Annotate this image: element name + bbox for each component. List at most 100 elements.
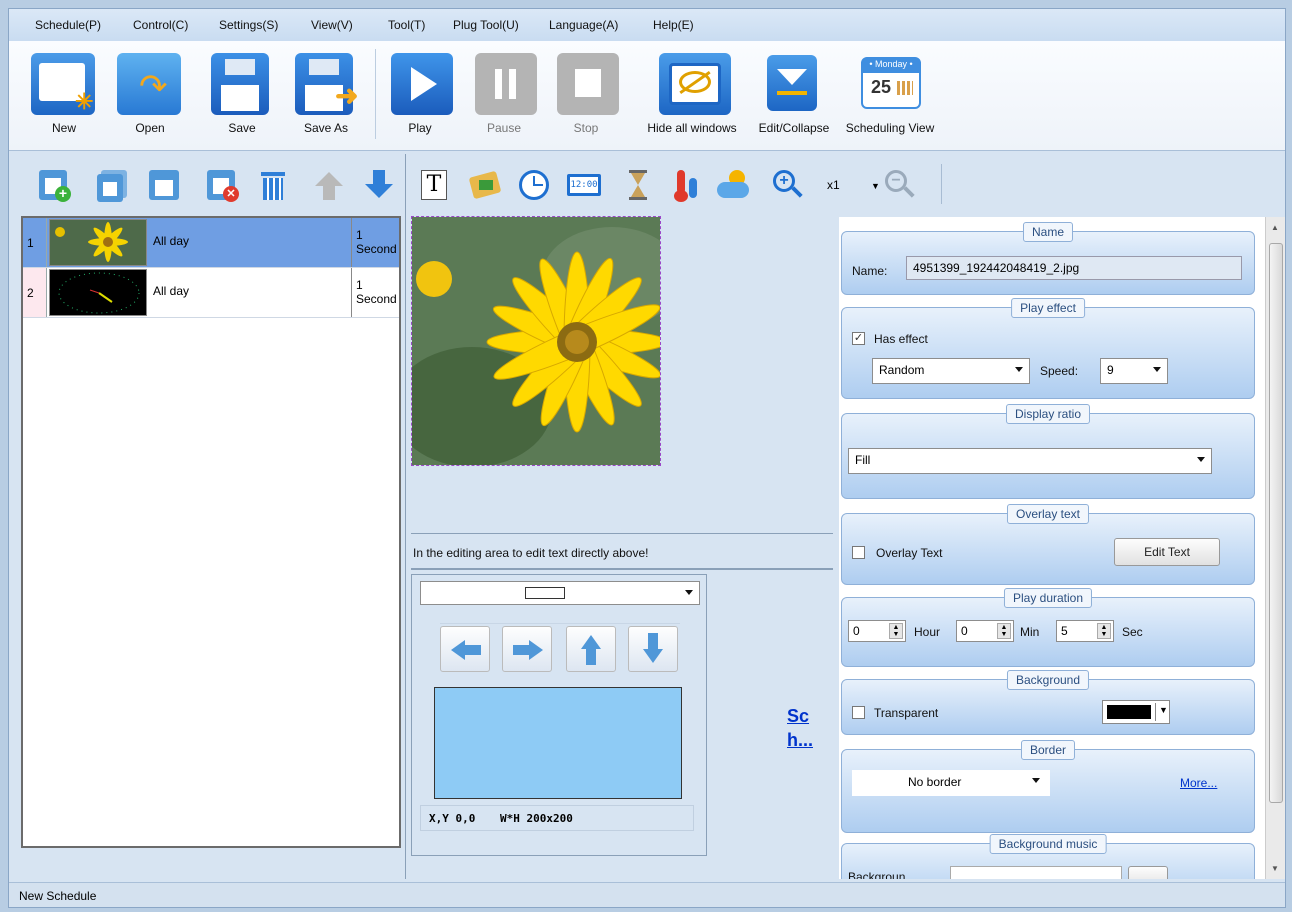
timer-hourglass-icon[interactable] [621,168,655,202]
menu-view[interactable]: View(V) [311,18,353,32]
hide-eye-icon [659,53,731,115]
temperature-icon[interactable] [669,168,703,202]
menu-language[interactable]: Language(A) [549,18,618,32]
main-toolbar: ✳ New ↷ Open Save ➜ Save As Play Pause S… [9,41,1285,151]
play-duration-group: Play duration 0 ▲ ▼ Hour 0 ▲ ▼ Min 5 ▲ ▼ Se… [841,588,1255,667]
effect-select[interactable] [420,581,700,605]
arrow-right-icon[interactable] [502,626,552,672]
browse-music-button[interactable] [1128,866,1168,879]
chevron-down-icon [1197,457,1205,462]
text-editor-box: X,Y 0,0 W*H 200x200 [411,574,707,856]
transparent-checkbox[interactable] [852,706,865,719]
scroll-up-icon[interactable]: ▲ [1271,223,1279,232]
effect-type-select[interactable]: Random [872,358,1030,384]
play-effect-group: Play effect ✓ Has effect Random Speed: 9 [841,298,1255,399]
move-down-icon[interactable] [361,168,395,202]
pause-icon [475,53,537,115]
more-link[interactable]: More... [1180,776,1217,790]
nav-arrow-group [440,623,680,675]
scroll-thumb[interactable] [1269,243,1283,803]
spin-arrows-icon[interactable]: ▲ ▼ [997,623,1011,639]
preview-area[interactable] [411,216,833,534]
clock-thumbnail [49,269,147,316]
add-schedule-icon[interactable]: + [37,168,71,202]
arrow-down-icon[interactable] [628,626,678,672]
arrow-up-icon[interactable] [566,626,616,672]
new-icon: ✳ [31,53,95,115]
hide-all-windows-button[interactable]: Hide all windows [647,47,737,143]
schedule-panel: + ✕ 1 All day 1 Second 2 All day 1 Secon… [19,154,405,879]
sunflower-image[interactable] [411,216,661,466]
list-item[interactable]: 2 All day 1 Second [23,268,399,318]
move-up-icon[interactable] [311,168,345,202]
spin-arrows-icon[interactable]: ▲ ▼ [1097,623,1111,639]
properties-scrollbar[interactable]: ▲ ▼ [1265,217,1285,879]
paste-schedule-icon[interactable] [147,168,181,202]
divider [411,568,833,570]
zoom-out-icon[interactable]: − [883,168,917,202]
name-field[interactable]: 4951399_192442048419_2.jpg [906,256,1242,280]
schedule-list: 1 All day 1 Second 2 All day 1 Second [21,216,401,848]
edit-hint: In the editing area to edit text directl… [413,546,649,560]
menu-help[interactable]: Help(E) [653,18,694,32]
display-ratio-group: Display ratio Fill [841,404,1255,499]
color-picker[interactable]: ▼ [1102,700,1170,724]
name-group: Name Name: 4951399_192442048419_2.jpg [841,222,1255,295]
collapse-icon [767,55,817,111]
menu-tool[interactable]: Tool(T) [388,18,425,32]
scheduling-view-button[interactable]: • Monday • 25 Scheduling View [845,47,935,143]
text-tool-icon[interactable]: T [417,168,451,202]
menu-control[interactable]: Control(C) [133,18,188,32]
stop-button[interactable]: Stop [541,47,631,143]
zoom-level-select[interactable]: x1 ▼ [827,178,880,192]
zoom-in-icon[interactable]: + [771,168,805,202]
schedule-tools: + ✕ [19,154,405,214]
border-select[interactable]: No border [852,770,1050,796]
properties-panel: Name Name: 4951399_192442048419_2.jpg Pl… [839,217,1275,879]
save-as-icon: ➜ [295,53,358,115]
weather-icon[interactable] [717,168,751,202]
media-tools: T 12:00 + x1 ▼ − [409,154,1279,214]
list-item[interactable]: 1 All day 1 Second [23,218,399,268]
music-file-field[interactable] [950,866,1122,879]
menu-settings[interactable]: Settings(S) [219,18,278,32]
overlay-text-checkbox[interactable] [852,546,865,559]
menu-schedule[interactable]: Schedule(P) [35,18,101,32]
app-window: Schedule(P) Control(C) Settings(S) View(… [8,8,1286,908]
toolbar-separator [941,164,942,204]
has-effect-checkbox[interactable]: ✓ [852,332,865,345]
schedule-link[interactable]: Sch... [787,704,823,752]
background-music-group: Background music Backgroun [841,834,1255,879]
text-preview-box[interactable] [434,687,682,799]
chevron-down-icon: ▼ [1159,705,1168,715]
spin-arrows-icon[interactable]: ▲ ▼ [889,623,903,639]
border-group: Border No border More... [841,740,1255,833]
floppy-disk-icon [211,53,269,115]
trash-icon[interactable] [255,168,289,202]
editor-panel: T 12:00 + x1 ▼ − In the editing area to … [405,154,942,879]
menu-plug-tool[interactable]: Plug Tool(U) [453,18,519,32]
image-tool-icon[interactable] [467,168,502,202]
delete-item-icon[interactable]: ✕ [205,168,239,202]
calendar-icon: • Monday • 25 [861,57,921,109]
hour-stepper[interactable]: 0 ▲ ▼ [848,620,906,642]
second-stepper[interactable]: 5 ▲ ▼ [1056,620,1114,642]
chevron-down-icon [1015,367,1023,372]
status-bar: New Schedule [9,882,1285,907]
thumbnail [49,219,147,266]
clock-tool-icon[interactable] [517,168,551,202]
scroll-down-icon[interactable]: ▼ [1271,864,1279,873]
edit-text-button[interactable]: Edit Text [1114,538,1220,566]
minute-stepper[interactable]: 0 ▲ ▼ [956,620,1014,642]
copy-schedule-icon[interactable] [95,168,129,202]
arrow-left-icon[interactable] [440,626,490,672]
digital-clock-icon[interactable]: 12:00 [567,168,601,202]
panel-divider [405,154,406,879]
coordinate-readout: X,Y 0,0 W*H 200x200 [420,805,694,831]
display-ratio-select[interactable]: Fill [848,448,1212,474]
chevron-down-icon [685,590,693,595]
speed-select[interactable]: 9 [1100,358,1168,384]
menu-bar: Schedule(P) Control(C) Settings(S) View(… [9,9,1285,41]
play-icon [391,53,453,115]
folder-open-icon: ↷ [117,53,181,115]
